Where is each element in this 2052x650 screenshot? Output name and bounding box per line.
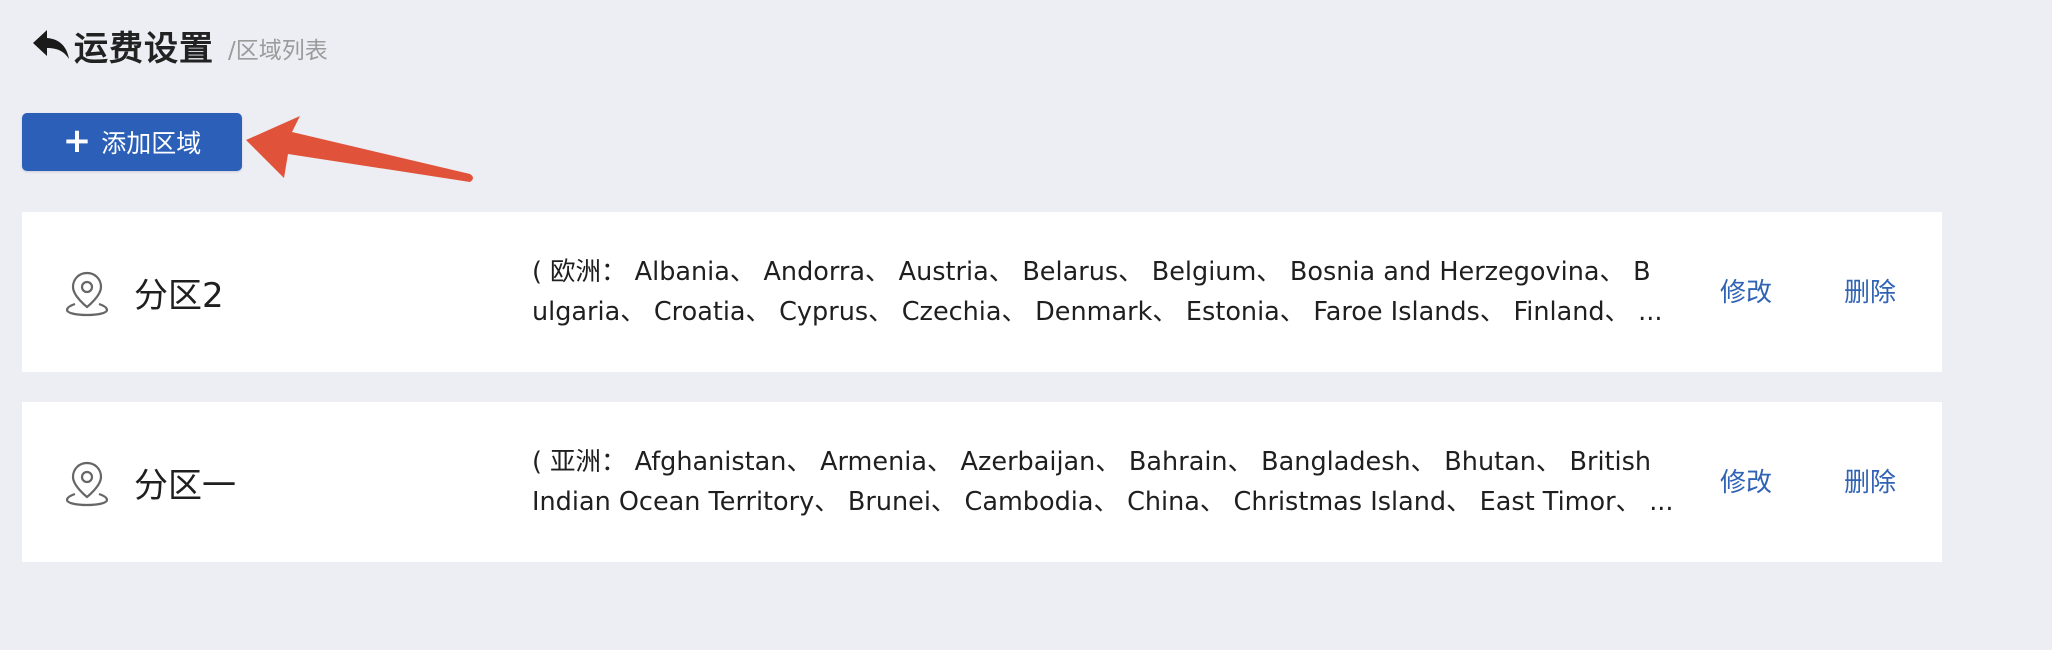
countries-line: Indian Ocean Territory、 Brunei、 Cambodia… <box>532 487 1674 517</box>
add-zone-label: 添加区域 <box>101 129 202 158</box>
countries-line: ulgaria、 Croatia、 Cyprus、 Czechia、 Denma… <box>532 297 1663 327</box>
add-zone-button[interactable]: + 添加区域 <box>22 113 242 171</box>
zone-countries: ( 亚洲： Afghanistan、 Armenia、 Azerbaijan、 … <box>532 442 1732 522</box>
page-header: 运费设置 /区域列表 <box>30 20 328 70</box>
breadcrumb: /区域列表 <box>228 38 328 64</box>
zone-countries: ( 欧洲： Albania、 Andorra、 Austria、 Belarus… <box>532 252 1732 332</box>
plus-icon: + <box>62 120 92 161</box>
zone-name: 分区2 <box>134 276 224 316</box>
countries-line: ( 欧洲： Albania、 Andorra、 Austria、 Belarus… <box>532 257 1651 287</box>
zone-card: 分区2 ( 欧洲： Albania、 Andorra、 Austria、 Bel… <box>22 212 1942 372</box>
edit-zone-link[interactable]: 修改 <box>1720 462 1772 499</box>
zone-list: 分区2 ( 欧洲： Albania、 Andorra、 Austria、 Bel… <box>22 212 1942 592</box>
back-arrow-icon[interactable] <box>30 25 72 65</box>
page-title: 运费设置 <box>74 28 214 69</box>
location-pin-icon <box>62 267 112 317</box>
annotation-arrow-icon <box>246 116 473 182</box>
edit-zone-link[interactable]: 修改 <box>1720 272 1772 309</box>
location-pin-icon <box>62 457 112 507</box>
zone-card: 分区一 ( 亚洲： Afghanistan、 Armenia、 Azerbaij… <box>22 402 1942 562</box>
delete-zone-link[interactable]: 删除 <box>1844 462 1896 499</box>
delete-zone-link[interactable]: 删除 <box>1844 272 1896 309</box>
countries-line: ( 亚洲： Afghanistan、 Armenia、 Azerbaijan、 … <box>532 447 1652 477</box>
zone-name: 分区一 <box>134 466 236 506</box>
